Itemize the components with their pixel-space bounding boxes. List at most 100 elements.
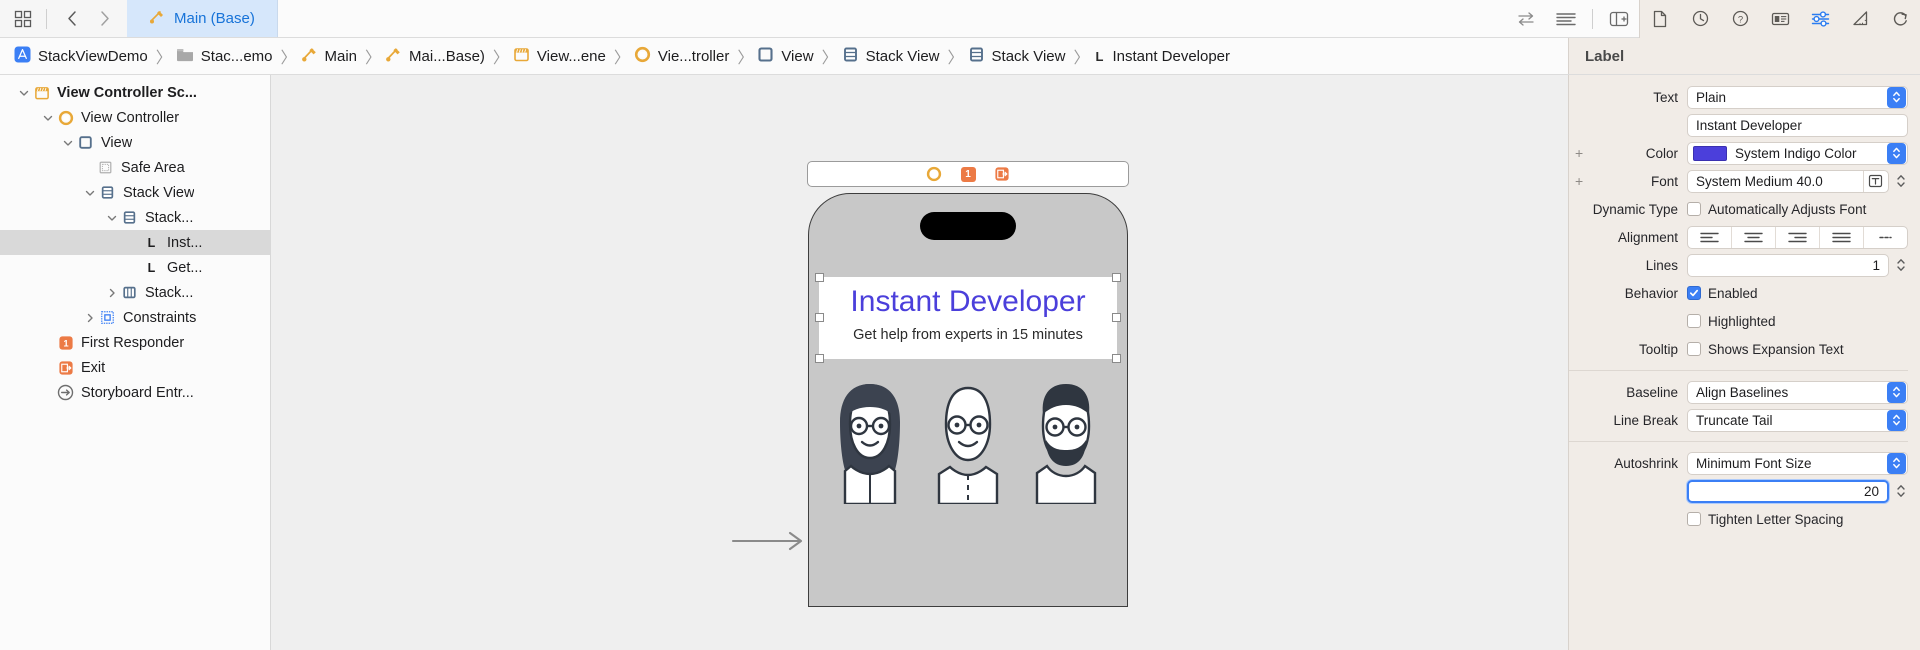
breadcrumb-item-view[interactable]: View (754, 46, 820, 67)
align-natural-icon[interactable] (1864, 227, 1907, 248)
chevron-right-icon[interactable] (82, 310, 98, 326)
label-text-field[interactable]: Instant Developer (1687, 114, 1908, 137)
outline-row-view-controller[interactable]: View Controller (0, 105, 270, 130)
identity-inspector-tab[interactable] (1760, 0, 1800, 38)
align-left-icon[interactable] (1688, 227, 1732, 248)
breadcrumb-item-folder[interactable]: Stac...emo (173, 47, 280, 66)
chevron-down-icon[interactable] (16, 85, 32, 101)
font-size-stepper[interactable] (1894, 173, 1908, 189)
breadcrumb-item-project[interactable]: StackViewDemo (11, 46, 155, 67)
outline-row-safe-area[interactable]: Safe Area (0, 155, 270, 180)
outline-row-get-help-label[interactable]: L Get... (0, 255, 270, 280)
color-swatch[interactable] (1693, 146, 1727, 161)
text-color-combo[interactable]: System Indigo Color (1687, 142, 1908, 165)
avatars-stack[interactable] (819, 366, 1117, 504)
checkbox-box[interactable] (1687, 512, 1701, 526)
outline-row-instant-developer-label[interactable]: L Inst... (0, 230, 270, 255)
breadcrumb-item-scene[interactable]: View...ene (510, 46, 613, 67)
tab-main-base[interactable]: Main (Base) (127, 0, 278, 37)
scene-dock[interactable]: 1 (807, 161, 1129, 187)
font-panel-icon[interactable] (1863, 171, 1887, 192)
breadcrumb-item-view-controller[interactable]: Vie...troller (631, 46, 736, 67)
file-inspector-tab[interactable] (1640, 0, 1680, 38)
outline-row-stack-view[interactable]: Stack View (0, 180, 270, 205)
header-label-container[interactable]: Instant Developer Get help from experts … (819, 277, 1117, 359)
resize-handle-mr[interactable] (1112, 313, 1121, 322)
forward-button[interactable] (91, 6, 117, 32)
checkbox-box[interactable] (1687, 342, 1701, 356)
size-inspector-tab[interactable] (1840, 0, 1880, 38)
quick-help-inspector-tab[interactable]: ? (1720, 0, 1760, 38)
resize-handle-tr[interactable] (1112, 273, 1121, 282)
chevron-updown-icon[interactable] (1887, 87, 1906, 108)
checkbox-box[interactable] (1687, 314, 1701, 328)
add-variation-icon[interactable]: + (1575, 145, 1583, 161)
history-inspector-tab[interactable] (1680, 0, 1720, 38)
attributes-inspector-tab[interactable] (1800, 0, 1840, 38)
breadcrumb-label: Mai...Base) (409, 48, 485, 65)
breadcrumb-item-main[interactable]: Main (298, 46, 365, 67)
auto-adjusts-font-checkbox[interactable]: Automatically Adjusts Font (1687, 202, 1866, 217)
canvas-title-label[interactable]: Instant Developer (819, 285, 1117, 319)
breadcrumb-item-stack-view-2[interactable]: Stack View (965, 46, 1073, 67)
lines-stepper[interactable] (1894, 257, 1908, 273)
enabled-checkbox[interactable]: Enabled (1687, 286, 1758, 301)
resize-handle-bl[interactable] (815, 354, 824, 363)
align-center-icon[interactable] (1732, 227, 1776, 248)
resize-handle-tl[interactable] (815, 273, 824, 282)
canvas-subtitle-label[interactable]: Get help from experts in 15 minutes (819, 327, 1117, 343)
chevron-down-icon[interactable] (82, 185, 98, 201)
outline-row-first-responder[interactable]: 1 First Responder (0, 330, 270, 355)
highlighted-checkbox[interactable]: Highlighted (1687, 314, 1776, 329)
alignment-segmented[interactable] (1687, 226, 1908, 249)
outline-row-constraints[interactable]: Constraints (0, 305, 270, 330)
chevron-updown-icon[interactable] (1887, 382, 1906, 403)
chevron-updown-icon[interactable] (1887, 453, 1906, 474)
outline-row-view-controller-scene[interactable]: View Controller Sc... (0, 80, 270, 105)
add-variation-icon[interactable]: + (1575, 173, 1583, 189)
minimum-font-size-stepper[interactable] (1894, 483, 1908, 499)
outline-row-stack-view-nested[interactable]: Stack... (0, 205, 270, 230)
text-type-combo[interactable]: Plain (1687, 86, 1908, 109)
shows-expansion-text-checkbox[interactable]: Shows Expansion Text (1687, 342, 1844, 357)
swap-icon[interactable] (1506, 0, 1546, 38)
back-button[interactable] (59, 6, 85, 32)
chevron-down-icon[interactable] (40, 110, 56, 126)
connections-inspector-tab[interactable] (1880, 0, 1920, 38)
stack-view-icon (98, 184, 117, 201)
chevron-updown-icon[interactable] (1887, 410, 1906, 431)
first-responder-badge[interactable]: 1 (961, 167, 976, 182)
resize-handle-ml[interactable] (815, 313, 824, 322)
exit-badge-icon[interactable] (994, 166, 1011, 183)
checkbox-box[interactable] (1687, 202, 1701, 216)
align-justified-icon[interactable] (1820, 227, 1864, 248)
line-break-combo[interactable]: Truncate Tail (1687, 409, 1908, 432)
grid-view-icon[interactable] (12, 8, 34, 30)
device-preview[interactable]: Instant Developer Get help from experts … (808, 193, 1128, 607)
chevron-down-icon[interactable] (60, 135, 76, 151)
outline-row-stack-view-horizontal[interactable]: Stack... (0, 280, 270, 305)
autoshrink-combo[interactable]: Minimum Font Size (1687, 452, 1908, 475)
tighten-letter-spacing-checkbox[interactable]: Tighten Letter Spacing (1687, 512, 1843, 527)
breadcrumb-item-main-base[interactable]: Mai...Base) (382, 46, 492, 67)
baseline-combo[interactable]: Align Baselines (1687, 381, 1908, 404)
outline-row-view[interactable]: View (0, 130, 270, 155)
align-right-icon[interactable] (1776, 227, 1820, 248)
align-lines-icon[interactable] (1546, 0, 1586, 38)
outline-row-storyboard-entry-point[interactable]: Storyboard Entr... (0, 380, 270, 405)
view-controller-circle-icon[interactable] (926, 166, 943, 183)
outline-row-exit[interactable]: Exit (0, 355, 270, 380)
chevron-right-icon[interactable] (104, 285, 120, 301)
font-picker[interactable]: System Medium 40.0 (1687, 170, 1889, 193)
breadcrumb-item-label[interactable]: L Instant Developer (1091, 48, 1238, 65)
chevron-down-icon[interactable] (104, 210, 120, 226)
lines-field[interactable]: 1 (1687, 254, 1889, 277)
breadcrumb-separator: 〉 (280, 44, 298, 68)
checkbox-box[interactable] (1687, 286, 1701, 300)
add-editor-icon[interactable] (1599, 0, 1639, 38)
breadcrumb-item-stack-view-1[interactable]: Stack View (839, 46, 947, 67)
minimum-font-size-field[interactable]: 20 (1687, 480, 1889, 503)
chevron-updown-icon[interactable] (1887, 143, 1906, 164)
interface-builder-canvas[interactable]: 1 Instant Developer Get help from expert… (271, 75, 1568, 650)
resize-handle-br[interactable] (1112, 354, 1121, 363)
